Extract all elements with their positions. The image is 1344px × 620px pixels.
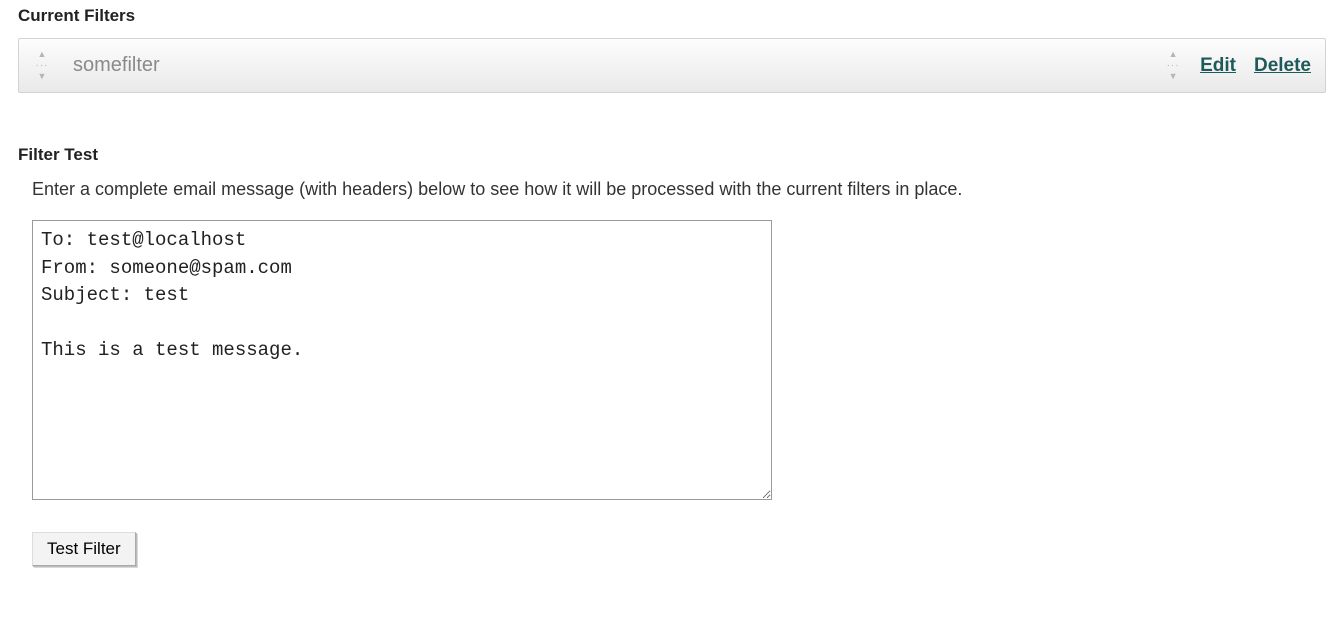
test-filter-button[interactable]: Test Filter [32,532,136,566]
filter-row: somefilter Edit Delete [18,38,1326,93]
drag-handle-icon[interactable] [33,49,51,82]
filter-test-heading: Filter Test [18,145,1326,165]
filter-actions: Edit Delete [1164,49,1311,82]
edit-link[interactable]: Edit [1200,55,1236,77]
arrow-down-icon [1169,71,1178,82]
grip-dots-icon [1167,60,1180,71]
drag-handle-icon[interactable] [1164,49,1182,82]
delete-link[interactable]: Delete [1254,55,1311,77]
arrow-up-icon [38,49,47,60]
grip-dots-icon [36,60,49,71]
current-filters-heading: Current Filters [18,6,1326,26]
arrow-down-icon [38,71,47,82]
email-message-input[interactable] [32,220,772,500]
arrow-up-icon [1169,49,1178,60]
filter-test-instruction: Enter a complete email message (with hea… [32,179,1326,200]
filter-name-label: somefilter [73,54,1164,77]
